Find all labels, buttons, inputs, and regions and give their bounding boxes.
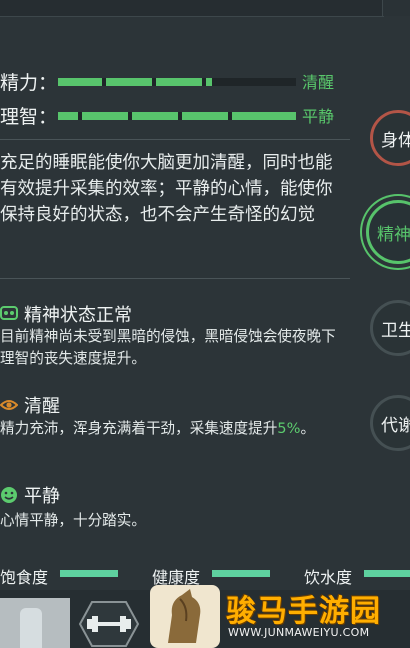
hydration-gauge <box>364 570 410 577</box>
sanity-label: 理智： <box>0 106 58 128</box>
sanity-stat-row: 理智： 平静 <box>0 102 350 130</box>
sanity-bar-segment <box>58 112 78 120</box>
tab-metabolism[interactable]: 代谢 <box>370 395 410 451</box>
awake-desc-percent: 5% <box>277 420 301 437</box>
energy-stat-row: 精力： 清醒 <box>0 68 350 96</box>
sanity-bar-segment <box>232 112 296 120</box>
spirit-description: 充足的睡眠能使你大脑更加清醒，同时也能有效提升采集的效率；平静的心情，能使你保持… <box>0 153 333 225</box>
energy-bar-segment <box>106 78 152 86</box>
calm-status-desc: 心情平静，十分踏实。 <box>0 512 146 529</box>
energy-value: 清醒 <box>302 73 335 92</box>
watermark-url: WWW.JUNMAWEIYU.COM <box>228 626 370 639</box>
sanity-bar <box>58 112 296 120</box>
awake-desc-end: 。 <box>300 420 316 437</box>
hydration-label: 饮水度 <box>304 568 353 587</box>
energy-label: 精力： <box>0 72 58 94</box>
energy-bar-segment <box>58 78 102 86</box>
health-gauge <box>212 570 270 577</box>
tab-body-label: 身体 <box>381 130 410 151</box>
sanity-bar-segment <box>182 112 228 120</box>
gauge-bar: 饱食度 健康度 饮水度 <box>0 556 410 587</box>
satiety-label: 饱食度 <box>0 568 49 587</box>
bottle-icon <box>20 608 42 648</box>
watermark-title: 骏马手游园 <box>226 594 381 629</box>
tab-hygiene-label: 卫生 <box>381 320 410 341</box>
divider <box>0 278 350 279</box>
tab-body[interactable]: 身体 <box>370 110 410 166</box>
sanity-value: 平静 <box>302 107 335 126</box>
energy-bar-segment <box>206 78 212 86</box>
spirit-panel: 精力： 清醒 理智： 平静 充足的睡眠能使你大脑更加清醒，同时也能有效提升采集的… <box>0 16 350 556</box>
brain-mask-icon <box>0 306 18 320</box>
satiety-gauge <box>60 570 118 577</box>
awake-status-title: 清醒 <box>24 396 60 417</box>
calm-status-title: 平静 <box>24 486 60 507</box>
tab-hygiene[interactable]: 卫生 <box>370 300 410 356</box>
horse-logo-icon <box>150 585 220 648</box>
awake-status-desc: 精力充沛，浑身充满着干劲，采集速度提升5%。 <box>0 418 346 440</box>
tab-spirit[interactable]: 精神 <box>366 200 410 264</box>
top-frame-corner <box>382 0 410 16</box>
top-frame <box>0 0 384 17</box>
sanity-bar-segment <box>82 112 128 120</box>
energy-bar-segment <box>156 78 202 86</box>
mental-status-title: 精神状态正常 <box>24 305 132 326</box>
energy-bar <box>58 78 296 86</box>
tab-spirit-label: 精神 <box>377 224 410 245</box>
mental-status-desc: 目前精神尚未受到黑暗的侵蚀，黑暗侵蚀会使夜晚下理智的丧失速度提升。 <box>0 328 336 367</box>
dumbbell-icon[interactable] <box>78 600 140 648</box>
eye-icon <box>0 400 18 410</box>
tab-metabolism-label: 代谢 <box>381 415 410 436</box>
divider <box>0 139 350 140</box>
sanity-bar-segment <box>132 112 178 120</box>
awake-desc-text: 精力充沛，浑身充满着干劲，采集速度提升 <box>0 420 278 437</box>
smile-icon <box>1 487 17 503</box>
